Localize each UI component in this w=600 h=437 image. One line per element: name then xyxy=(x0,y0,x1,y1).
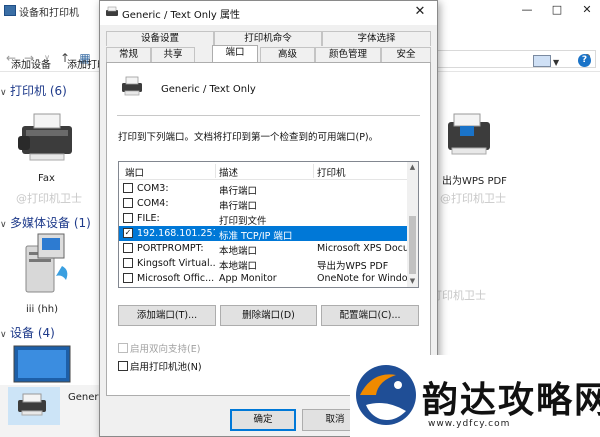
port-checkbox[interactable] xyxy=(123,273,133,283)
port-row[interactable]: COM4: 串行端口 xyxy=(119,196,408,212)
ports-list-header: 端口 描述 打印机 xyxy=(119,162,408,180)
tab-printer-commands[interactable]: 打印机命令 xyxy=(214,31,322,46)
column-port[interactable]: 端口 xyxy=(125,165,144,179)
column-printer[interactable]: 打印机 xyxy=(317,165,346,179)
scrollbar-thumb[interactable] xyxy=(409,216,416,274)
collapse-chevron-icon: ∨ xyxy=(0,220,7,230)
port-description: 串行端口 xyxy=(219,201,258,212)
minimize-button[interactable]: — xyxy=(514,1,540,19)
collapse-chevron-icon: ∨ xyxy=(0,88,7,98)
collapse-chevron-icon: ∨ xyxy=(0,330,7,340)
maximize-button[interactable]: □ xyxy=(544,1,570,19)
help-icon[interactable]: ? xyxy=(578,54,591,67)
printer-icon xyxy=(106,6,118,16)
port-row[interactable]: PORTPROMPT: 本地端口 Microsoft XPS Docum xyxy=(119,241,408,257)
column-separator[interactable] xyxy=(313,164,314,178)
explorer-title: 设备和打印机 xyxy=(19,8,79,19)
wps-pdf-printer-label: 出为WPS PDF xyxy=(442,176,507,187)
ports-list[interactable]: 端口 描述 打印机 COM3: 串行端口 COM4: 串行端口 FILE: 打印到文件 ✓ 1… xyxy=(118,161,419,288)
section-multimedia[interactable]: ∨ 多媒体设备 (1) xyxy=(0,214,91,231)
logo-url: www.ydfcy.com xyxy=(428,419,511,429)
media-server-icon[interactable] xyxy=(18,232,74,296)
bidirectional-checkbox[interactable]: 启用双向支持(E) xyxy=(118,341,200,355)
add-port-button[interactable]: 添加端口(T)... xyxy=(118,305,216,326)
logo-emblem-icon xyxy=(356,365,416,425)
scroll-up-arrow-icon[interactable]: ▲ xyxy=(407,162,418,173)
close-button[interactable]: ✕ xyxy=(574,1,600,19)
add-device-button[interactable]: 添加设备 xyxy=(11,56,51,71)
port-row[interactable]: ✓ 192.168.101.251 标准 TCP/IP 端口 xyxy=(119,226,408,242)
watermark-text: @打印机卫士 xyxy=(16,192,82,205)
port-name: 192.168.101.251 xyxy=(137,228,215,239)
port-name: Microsoft Offic... xyxy=(137,273,215,284)
tab-ports[interactable]: 端口 xyxy=(212,45,258,62)
control-panel-icon xyxy=(4,5,16,16)
column-separator[interactable] xyxy=(215,164,216,178)
port-checkbox[interactable]: ✓ xyxy=(123,228,133,238)
port-printer: Microsoft XPS Docum xyxy=(317,243,407,254)
ports-list-scrollbar[interactable]: ▲ ▼ xyxy=(407,162,418,287)
media-device-label: iii (hh) xyxy=(26,304,58,315)
fax-device-icon[interactable] xyxy=(16,108,78,164)
port-checkbox[interactable] xyxy=(123,213,133,223)
tab-security[interactable]: 安全 xyxy=(381,47,431,62)
section-printers[interactable]: ∨ 打印机 (6) xyxy=(0,82,67,99)
checkbox-box xyxy=(118,361,128,371)
printer-pooling-checkbox[interactable]: 启用打印机池(N) xyxy=(118,359,202,373)
divider xyxy=(117,115,420,116)
wps-pdf-printer-icon[interactable] xyxy=(440,112,500,160)
port-printer: OneNote for Windows xyxy=(317,273,407,284)
port-name: COM4: xyxy=(137,198,169,209)
dialog-title: Generic / Text Only 属性 xyxy=(122,10,240,21)
dialog-close-button[interactable]: ✕ xyxy=(403,1,437,23)
printer-icon xyxy=(122,76,142,96)
tab-color-management[interactable]: 颜色管理 xyxy=(315,47,381,62)
port-checkbox[interactable] xyxy=(123,198,133,208)
dialog-titlebar: Generic / Text Only 属性 ✕ xyxy=(100,1,437,25)
view-options-icon[interactable] xyxy=(533,55,551,67)
scroll-down-arrow-icon[interactable]: ▼ xyxy=(407,276,418,287)
port-description: 标准 TCP/IP 端口 xyxy=(219,231,293,242)
monitor-device-icon[interactable] xyxy=(12,344,74,386)
port-printer: 导出为WPS PDF xyxy=(317,261,389,272)
tab-sharing[interactable]: 共享 xyxy=(151,47,195,62)
port-name: COM3: xyxy=(137,183,169,194)
port-description: 打印到文件 xyxy=(219,216,267,227)
port-description: 本地端口 xyxy=(219,261,258,272)
ports-tab-panel: Generic / Text Only 打印到下列端口。文档将打印到第一个检查到… xyxy=(106,62,431,396)
port-instruction: 打印到下列端口。文档将打印到第一个检查到的可用端口(P)。 xyxy=(118,132,379,143)
port-name: Kingsoft Virtual... xyxy=(137,258,215,269)
port-description: 串行端口 xyxy=(219,186,258,197)
port-description: App Monitor xyxy=(219,273,277,284)
fax-label: Fax xyxy=(38,173,55,184)
column-description[interactable]: 描述 xyxy=(219,165,238,179)
section-devices[interactable]: ∨ 设备 (4) xyxy=(0,324,55,341)
watermark-text: @打印机卫士 xyxy=(440,192,506,205)
delete-port-button[interactable]: 删除端口(D) xyxy=(220,305,317,326)
printer-name: Generic / Text Only xyxy=(161,84,256,95)
port-checkbox[interactable] xyxy=(123,183,133,193)
port-row[interactable]: COM3: 串行端口 xyxy=(119,181,408,197)
port-row[interactable]: FILE: 打印到文件 xyxy=(119,211,408,227)
port-name: PORTPROMPT: xyxy=(137,243,204,254)
ok-button[interactable]: 确定 xyxy=(230,409,296,431)
configure-port-button[interactable]: 配置端口(C)... xyxy=(321,305,419,326)
tab-general[interactable]: 常规 xyxy=(106,47,151,62)
view-dropdown-icon[interactable]: ▼ xyxy=(553,58,559,67)
tab-advanced[interactable]: 高级 xyxy=(260,47,315,62)
port-checkbox[interactable] xyxy=(123,243,133,253)
tab-device-settings[interactable]: 设备设置 xyxy=(106,31,214,46)
checkbox-box xyxy=(118,343,128,353)
port-name: FILE: xyxy=(137,213,160,224)
port-description: 本地端口 xyxy=(219,246,258,257)
logo-text: 韵达攻略网 xyxy=(422,380,600,421)
tab-font-selection[interactable]: 字体选择 xyxy=(322,31,431,46)
site-logo: 韵达攻略网 www.ydfcy.com xyxy=(350,355,600,437)
generic-printer-icon xyxy=(18,393,46,416)
port-row[interactable]: Kingsoft Virtual... 本地端口 导出为WPS PDF xyxy=(119,256,408,272)
port-row[interactable]: Microsoft Offic... App Monitor OneNote for… xyxy=(119,271,408,286)
port-checkbox[interactable] xyxy=(123,258,133,268)
